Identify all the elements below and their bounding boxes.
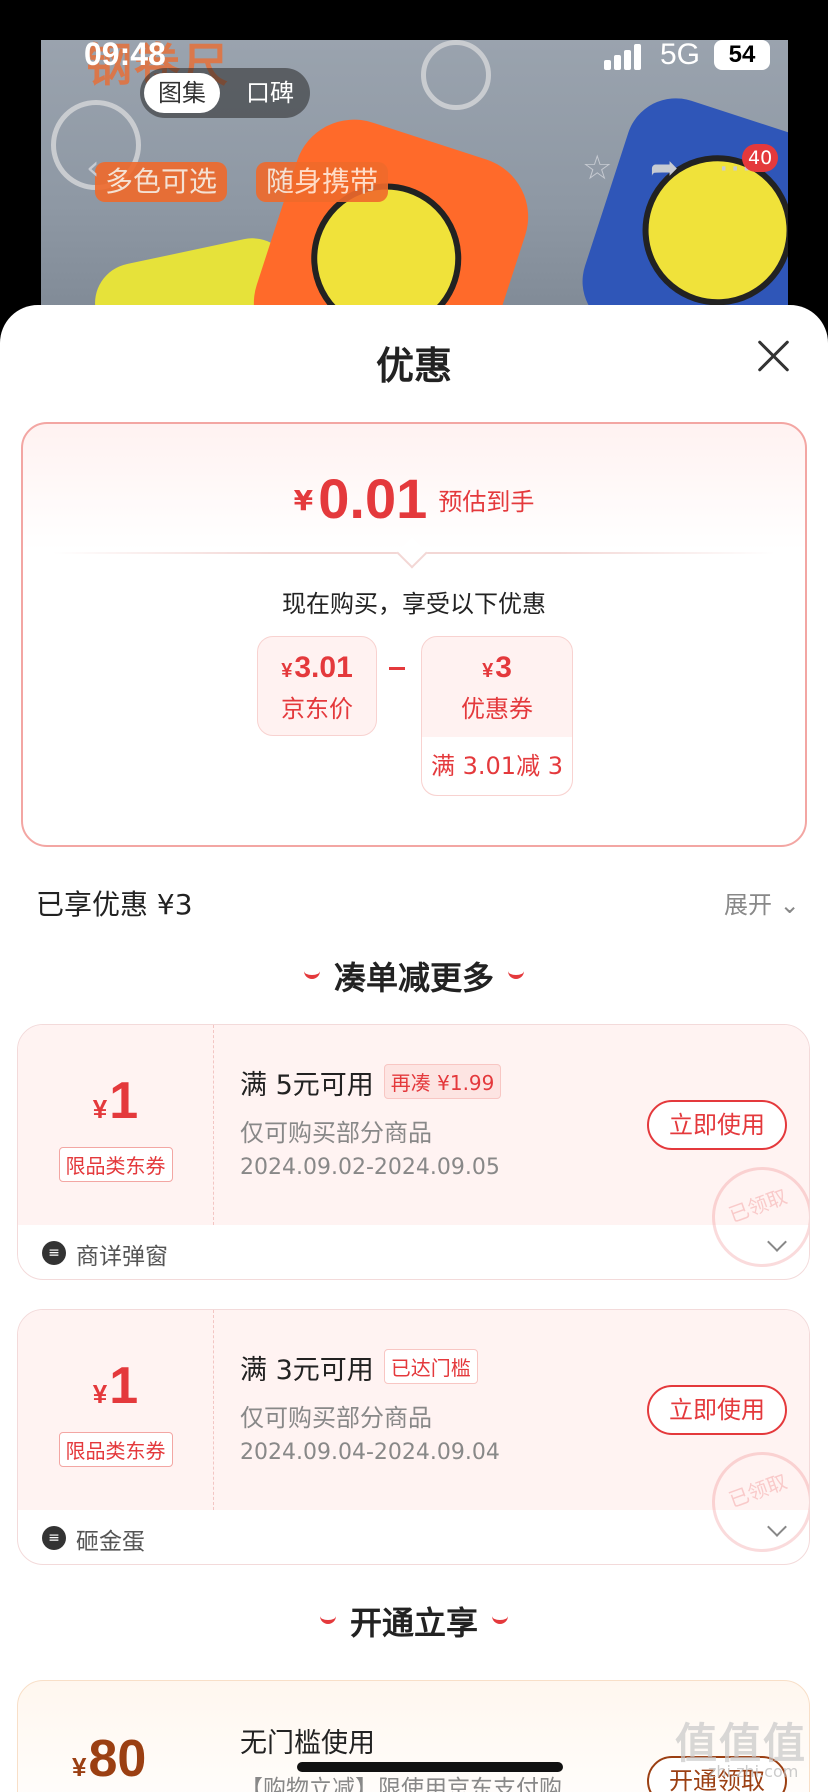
coupon-value: 3 bbox=[495, 651, 512, 684]
currency-symbol: ¥ bbox=[92, 1094, 108, 1124]
coupon-condition: 满 5元可用 bbox=[240, 1070, 374, 1101]
vip-title: 无门槛使用 bbox=[240, 1728, 375, 1759]
minus-sign bbox=[389, 667, 405, 670]
battery-icon: 54 bbox=[714, 40, 770, 70]
chevron-down-icon: ⌄ bbox=[772, 891, 800, 919]
section-title: 凑单减更多 bbox=[333, 959, 494, 997]
jd-price-value: 3.01 bbox=[294, 651, 353, 684]
status-bar: 09:48 5G 54 bbox=[0, 0, 828, 100]
section-header-vip: 开通立享 bbox=[0, 1598, 828, 1644]
discount-sheet: 优惠 ¥ 0.01 预估到手 现在购买，享受以下优惠 ¥3.01 京东价 ¥3 … bbox=[0, 305, 828, 1792]
coupon-kind: 限品类东券 bbox=[58, 1432, 173, 1467]
coupon-amount: 1 bbox=[109, 1072, 139, 1130]
coupon-card: ¥1 限品类东券 满 5元可用 再凑 ¥1.99 仅可购买部分商品 2024.09… bbox=[17, 1024, 810, 1280]
coupon-card: ¥1 限品类东券 满 3元可用 已达门槛 仅可购买部分商品 2024.09.04-… bbox=[17, 1309, 810, 1565]
decor-dash bbox=[303, 971, 320, 979]
final-price-label: 预估到手 bbox=[438, 488, 535, 516]
vip-desc: 【购物立减】限使用京东支付购 bbox=[240, 1776, 562, 1792]
watermark-sub: zhi.zhi.com bbox=[708, 1762, 799, 1781]
decor-dash bbox=[508, 971, 524, 979]
coupon-scope: 仅可购买部分商品 bbox=[240, 1119, 432, 1147]
decor-dash bbox=[319, 1616, 336, 1624]
status-time: 09:48 bbox=[84, 36, 166, 72]
coupon-condition: 满 3.01减 3 bbox=[422, 737, 572, 795]
product-tag: 多色可选 bbox=[95, 162, 228, 202]
decor-dash bbox=[492, 1616, 508, 1624]
coupon-tag: 再凑 ¥1.99 bbox=[383, 1064, 502, 1099]
signal-icon bbox=[604, 44, 648, 70]
vip-amount: 80 bbox=[88, 1730, 147, 1788]
coupon-scope: 仅可购买部分商品 bbox=[240, 1404, 432, 1432]
coupon-amount: 1 bbox=[109, 1357, 139, 1415]
divider-notch bbox=[396, 537, 428, 569]
use-now-button[interactable]: 立即使用 bbox=[647, 1100, 787, 1150]
blue-tape-measure bbox=[569, 85, 788, 340]
vip-amount-block: ¥80 bbox=[72, 1729, 146, 1789]
share-icon[interactable]: ➦ bbox=[650, 148, 679, 188]
chevron-down-icon bbox=[767, 1232, 787, 1252]
coupon-label: 优惠券 bbox=[461, 695, 533, 723]
chevron-down-icon bbox=[767, 1517, 787, 1537]
cart-badge: 40 bbox=[742, 144, 779, 172]
home-indicator[interactable] bbox=[297, 1762, 563, 1772]
source-icon: ≡ bbox=[42, 1526, 66, 1550]
coupon-amount-block: ¥1 限品类东券 bbox=[18, 1025, 214, 1225]
currency-symbol: ¥ bbox=[281, 660, 293, 682]
jd-price-box: ¥3.01 京东价 bbox=[257, 636, 377, 736]
coupon-discount-box: ¥3 优惠券 满 3.01减 3 bbox=[421, 636, 573, 796]
price-summary-card: ¥ 0.01 预估到手 现在购买，享受以下优惠 ¥3.01 京东价 ¥3 优惠券… bbox=[21, 422, 807, 847]
coupon-source-row[interactable]: ≡ 砸金蛋 bbox=[18, 1510, 809, 1564]
coupon-source: 商详弹窗 bbox=[76, 1244, 168, 1270]
coupon-condition: 满 3元可用 bbox=[240, 1355, 374, 1386]
source-icon: ≡ bbox=[42, 1241, 66, 1265]
coupon-source-row[interactable]: ≡ 商详弹窗 bbox=[18, 1225, 809, 1279]
enjoyed-discount-text: 已享优惠 ¥3 bbox=[36, 888, 193, 921]
final-price: ¥ 0.01 预估到手 bbox=[23, 466, 805, 531]
coupon-dates: 2024.09.04-2024.09.04 bbox=[240, 1440, 500, 1465]
favorite-star-icon[interactable]: ☆ bbox=[582, 148, 612, 188]
sheet-title: 优惠 bbox=[375, 344, 452, 388]
coupon-amount-block: ¥1 限品类东券 bbox=[18, 1310, 214, 1510]
back-icon[interactable]: ‹ bbox=[86, 148, 100, 188]
close-icon[interactable] bbox=[756, 339, 790, 373]
coupon-dates: 2024.09.02-2024.09.05 bbox=[240, 1155, 500, 1180]
expand-label: 展开 bbox=[724, 891, 772, 919]
coupon-source: 砸金蛋 bbox=[76, 1529, 145, 1555]
final-price-amount: 0.01 bbox=[318, 467, 428, 530]
jd-price-label: 京东价 bbox=[281, 695, 353, 723]
coupon-tag: 已达门槛 bbox=[383, 1349, 478, 1384]
currency-symbol: ¥ bbox=[72, 1752, 87, 1782]
network-type: 5G bbox=[660, 38, 701, 71]
currency-symbol: ¥ bbox=[92, 1379, 108, 1409]
currency-symbol: ¥ bbox=[293, 484, 314, 517]
section-title: 开通立享 bbox=[349, 1604, 478, 1642]
product-tag: 随身携带 bbox=[256, 162, 389, 202]
currency-symbol: ¥ bbox=[482, 660, 494, 682]
coupon-kind: 限品类东券 bbox=[58, 1147, 173, 1182]
buy-now-text: 现在购买，享受以下优惠 bbox=[282, 590, 546, 618]
use-now-button[interactable]: 立即使用 bbox=[647, 1385, 787, 1435]
expand-button[interactable]: 展开 ⌄ bbox=[724, 885, 800, 920]
section-header-combine: 凑单减更多 bbox=[0, 953, 828, 999]
